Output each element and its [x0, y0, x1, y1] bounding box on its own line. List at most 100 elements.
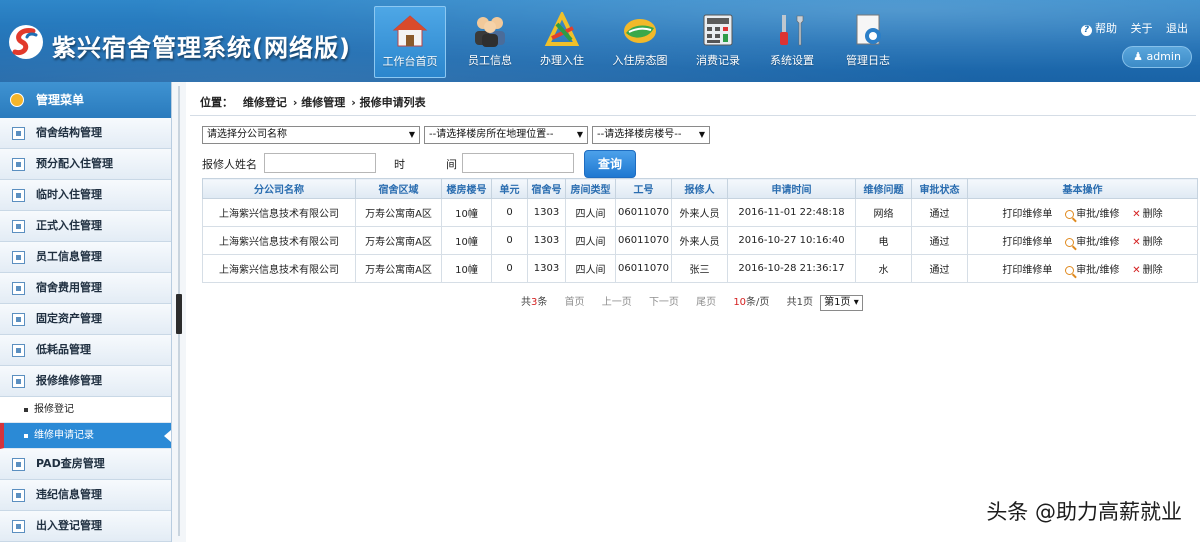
time-label-2: 间: [446, 158, 457, 171]
nav-checkin[interactable]: 办理入住: [526, 6, 598, 78]
folder-icon: [12, 458, 25, 471]
sidebar-item-dorm-structure[interactable]: 宿舍结构管理: [0, 118, 171, 149]
divider: [190, 115, 1196, 116]
calculator-icon: [703, 14, 733, 46]
query-button[interactable]: 查询: [584, 150, 636, 178]
cell-type: 四人间: [565, 198, 616, 227]
time-input[interactable]: [462, 153, 574, 173]
nav-consumption[interactable]: 消费记录: [682, 6, 754, 78]
dropdown-icon: ▼: [698, 130, 705, 139]
prev-page-link[interactable]: 上一页: [602, 297, 632, 308]
sidebar: 管理菜单 宿舍结构管理 预分配入住管理 临时入住管理 正式入住管理 员工信息管理…: [0, 82, 172, 542]
per-page: 10条/页: [733, 297, 769, 308]
breadcrumb-item[interactable]: 维修登记: [243, 96, 287, 109]
nav-log[interactable]: 管理日志: [832, 6, 904, 78]
dropdown-icon: ▼: [408, 130, 415, 139]
review-link[interactable]: 审批/维修: [1065, 209, 1119, 220]
sidebar-item-dorm-fees[interactable]: 宿舍费用管理: [0, 273, 171, 304]
sidebar-header: 管理菜单: [0, 82, 171, 118]
sidebar-header-label: 管理菜单: [36, 93, 85, 107]
nav-staff[interactable]: 员工信息: [454, 6, 526, 78]
delete-link[interactable]: ✕ 删除: [1132, 237, 1162, 248]
table-header-row: 分公司名称 宿舍区域 楼房楼号 单元 宿舍号 房间类型 工号 报修人 申请时间 …: [202, 178, 1198, 199]
about-link[interactable]: 关于: [1131, 22, 1153, 35]
breadcrumb: 位置： 维修登记 › 维修管理 › 报修申请列表: [200, 96, 426, 109]
sidebar-item-fixed-assets[interactable]: 固定资产管理: [0, 304, 171, 335]
delete-link[interactable]: ✕ 删除: [1132, 209, 1162, 220]
sidebar-item-repair[interactable]: 报修维修管理: [0, 366, 171, 397]
total-count: 共3条: [521, 297, 547, 308]
sidebar-item-formal-checkin[interactable]: 正式入住管理: [0, 211, 171, 242]
delete-label: 删除: [1142, 265, 1163, 276]
cell-room: 1303: [527, 226, 566, 255]
breadcrumb-item[interactable]: 维修管理: [301, 96, 345, 109]
page-select[interactable]: 第1页 ▾: [820, 295, 863, 311]
room-status-icon: [624, 19, 656, 43]
next-page-link[interactable]: 下一页: [649, 297, 679, 308]
cell-company: 上海紫兴信息技术有限公司: [202, 226, 356, 255]
review-link[interactable]: 审批/维修: [1065, 237, 1119, 248]
delete-link[interactable]: ✕ 删除: [1132, 265, 1162, 276]
delete-icon: ✕: [1132, 265, 1141, 276]
column-header: 单元: [491, 178, 528, 199]
nav-room-status[interactable]: 入住房态图: [604, 6, 676, 78]
table-row: 上海紫兴信息技术有限公司 万寿公寓南A区 10幢 0 1303 四人间 0601…: [202, 198, 1198, 227]
collapse-handle[interactable]: [176, 294, 182, 334]
user-icon: ♟: [1133, 50, 1143, 63]
sidebar-item-entry-log[interactable]: 出入登记管理: [0, 511, 171, 542]
review-link[interactable]: 审批/维修: [1065, 265, 1119, 276]
location-select[interactable]: --请选择楼房所在地理位置-- ▼: [424, 126, 588, 144]
help-label: 帮助: [1095, 22, 1117, 35]
sidebar-subitem-repair-register[interactable]: 报修登记: [0, 397, 171, 423]
sidebar-item-consumables[interactable]: 低耗品管理: [0, 335, 171, 366]
sidebar-item-pad-inspection[interactable]: PAD查房管理: [0, 449, 171, 480]
company-select[interactable]: 请选择分公司名称 ▼: [202, 126, 420, 144]
cell-building: 10幢: [441, 254, 492, 283]
delete-label: 删除: [1142, 209, 1163, 220]
sidebar-subitem-repair-records[interactable]: 维修申请记录: [0, 423, 171, 449]
print-repair-link[interactable]: 打印维修单: [1002, 209, 1052, 220]
last-page-link[interactable]: 尾页: [696, 297, 716, 308]
print-repair-link[interactable]: 打印维修单: [1002, 265, 1052, 276]
review-label: 审批/维修: [1076, 209, 1120, 220]
bullet-icon: [24, 434, 28, 438]
cell-actions: 打印维修单 审批/维修 ✕ 删除: [967, 198, 1198, 227]
column-header: 申请时间: [727, 178, 856, 199]
nav-settings-label: 系统设置: [770, 54, 814, 67]
cell-empno: 06011070: [615, 198, 672, 227]
pagination: 共3条 首页 上一页 下一页 尾页 10条/页 共1页 第1页 ▾: [521, 293, 877, 311]
nav-home[interactable]: 工作台首页: [374, 6, 446, 78]
sidebar-item-pre-assign[interactable]: 预分配入住管理: [0, 149, 171, 180]
checkin-icon: [544, 12, 580, 46]
cell-building: 10幢: [441, 226, 492, 255]
logout-link[interactable]: 退出: [1166, 22, 1188, 35]
cell-area: 万寿公寓南A区: [355, 226, 442, 255]
search-icon: [1065, 265, 1075, 275]
sidebar-subitem-label: 报修登记: [34, 404, 74, 415]
print-repair-link[interactable]: 打印维修单: [1002, 237, 1052, 248]
first-page-link[interactable]: 首页: [565, 297, 585, 308]
sidebar-item-staff-info[interactable]: 员工信息管理: [0, 242, 171, 273]
cell-company: 上海紫兴信息技术有限公司: [202, 198, 356, 227]
sidebar-item-temp-checkin[interactable]: 临时入住管理: [0, 180, 171, 211]
building-select[interactable]: --请选择楼房楼号-- ▼: [592, 126, 710, 144]
cell-unit: 0: [491, 254, 528, 283]
sidebar-item-discipline[interactable]: 违纪信息管理: [0, 480, 171, 511]
folder-icon: [12, 251, 25, 264]
repairer-name-input[interactable]: [264, 153, 376, 173]
page-count: 共1页: [786, 297, 813, 308]
cell-type: 四人间: [565, 226, 616, 255]
help-link[interactable]: ? 帮助: [1081, 22, 1117, 36]
nav-home-label: 工作台首页: [382, 55, 438, 68]
total-prefix: 共: [521, 297, 531, 308]
folder-icon: [12, 375, 25, 388]
app-logo-icon: [9, 25, 43, 59]
nav-settings[interactable]: 系统设置: [756, 6, 828, 78]
sidebar-splitter[interactable]: [172, 82, 186, 542]
user-badge[interactable]: ♟ admin: [1122, 46, 1192, 68]
per-page-value: 10: [733, 297, 747, 308]
nav-staff-label: 员工信息: [468, 54, 512, 67]
sidebar-item-label: 员工信息管理: [36, 250, 102, 263]
sidebar-item-label: 固定资产管理: [36, 312, 102, 325]
sidebar-item-label: 宿舍结构管理: [36, 126, 102, 139]
